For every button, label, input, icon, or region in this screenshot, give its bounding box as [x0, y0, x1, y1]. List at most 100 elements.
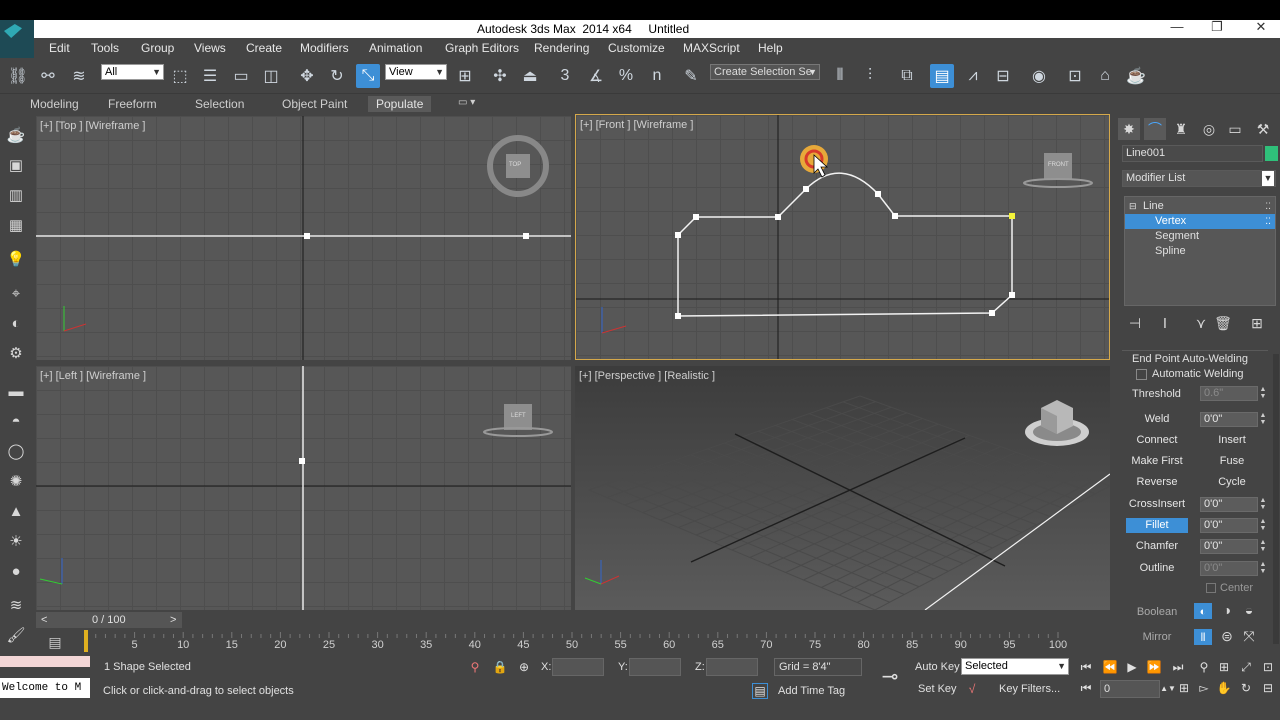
play-icon[interactable]: ▶ [1124, 659, 1140, 675]
window-crossing-icon[interactable]: ◫ [259, 64, 283, 88]
maxscript-listener-top[interactable] [0, 656, 90, 667]
viewport-label[interactable]: [+] [Front ] [Wireframe ] [580, 119, 693, 131]
remove-modifier-icon[interactable]: 🗑 [1212, 312, 1234, 334]
tab-modeling[interactable]: Modeling [30, 97, 79, 111]
key-filters-button[interactable]: Key Filters... [999, 683, 1060, 695]
menu-tools[interactable]: Tools [91, 41, 119, 55]
percent-snap-icon[interactable]: % [614, 64, 638, 88]
tab-selection[interactable]: Selection [195, 97, 244, 111]
material-sphere-icon[interactable]: ● [5, 560, 27, 582]
auto-key-button[interactable]: Auto Key [915, 661, 960, 673]
helper-icon[interactable]: ◐ [5, 312, 27, 334]
scene-explorer-icon[interactable]: ⧉ [895, 64, 919, 88]
menu-customize[interactable]: Customize [608, 41, 665, 55]
time-slider[interactable]: < 0 / 100 > [36, 612, 182, 628]
orbit-icon[interactable]: ↻ [1238, 680, 1254, 696]
y-coord-field[interactable] [629, 658, 681, 676]
key-mode-dropdown[interactable]: Selected ▼ [961, 658, 1069, 675]
time-tag-icon[interactable]: ▤ [752, 683, 768, 699]
tree-icon[interactable]: ✺ [5, 470, 27, 492]
pin-stack-icon[interactable]: ⊣ [1124, 312, 1146, 334]
menu-create[interactable]: Create [246, 41, 282, 55]
mirror-button[interactable]: Mirror [1126, 628, 1188, 646]
set-keys-icon[interactable]: √ [964, 681, 980, 697]
sun-icon[interactable]: ☀ [5, 530, 27, 552]
make-unique-icon[interactable]: ⋎ [1190, 312, 1212, 334]
stack-item-line[interactable]: ⊟ Line ⁚⁚ [1125, 199, 1275, 214]
viewcube-face-label[interactable]: TOP [509, 162, 521, 168]
menu-maxscript[interactable]: MAXScript [683, 41, 740, 55]
viewport-left[interactable]: [+] [Left ] [Wireframe ] LEFT [36, 366, 571, 610]
field-of-view-icon[interactable]: ▻ [1196, 680, 1212, 696]
unlink-icon[interactable]: ⚯ [36, 64, 60, 88]
configure-modifier-sets-icon[interactable]: ⊞ [1246, 312, 1268, 334]
viewport-top[interactable]: [+] [Top ] [Wireframe ] TOP [36, 116, 571, 360]
light-bulb-icon[interactable]: 💡 [5, 248, 27, 270]
menu-group[interactable]: Group [141, 41, 174, 55]
box-icon[interactable]: ▣ [5, 154, 27, 176]
threshold-spinner[interactable]: 0.6" [1200, 386, 1258, 401]
cycle-button[interactable]: Cycle [1202, 473, 1262, 491]
select-object-icon[interactable]: ⬚ [168, 64, 192, 88]
current-time-marker[interactable] [84, 630, 88, 652]
chamfer-button[interactable]: Chamfer [1126, 537, 1188, 555]
utilities-tab-icon[interactable]: ⚒ [1252, 118, 1274, 140]
hierarchy-tab-icon[interactable]: ♜ [1170, 118, 1192, 140]
isolate-selection-icon[interactable]: ⚲ [467, 659, 483, 675]
tab-object-paint[interactable]: Object Paint [282, 97, 347, 111]
chamfer-spinner-arrows[interactable]: ▲ ▼ [1259, 539, 1267, 554]
rendered-frame-window-icon[interactable]: ⌂ [1093, 64, 1117, 88]
app-logo-icon[interactable] [0, 20, 34, 60]
outline-spinner-arrows[interactable]: ▲ ▼ [1259, 561, 1267, 576]
connect-button[interactable]: Connect [1128, 431, 1186, 449]
make-first-button[interactable]: Make First [1128, 452, 1186, 470]
ribbon-options-icon[interactable]: ▭ ▾ [458, 97, 475, 108]
boolean-union-icon[interactable]: ◐ [1194, 603, 1212, 619]
material-editor-icon[interactable]: ◉ [1027, 64, 1051, 88]
create-tab-icon[interactable]: ✸ [1118, 118, 1140, 140]
previous-frame-icon[interactable]: ⏪ [1102, 659, 1118, 675]
zoom-icon[interactable]: ⚲ [1196, 659, 1212, 675]
keyboard-shortcut-override-icon[interactable]: ⏏ [518, 64, 542, 88]
fillet-spinner-arrows[interactable]: ▲ ▼ [1259, 518, 1267, 533]
insert-button[interactable]: Insert [1202, 431, 1262, 449]
boolean-subtract-icon[interactable]: ◑ [1216, 599, 1238, 621]
align-icon[interactable]: ⫶ [858, 64, 882, 88]
rectangular-selection-icon[interactable]: ▭ [229, 64, 253, 88]
weld-spinner-arrows[interactable]: ▲ ▼ [1259, 412, 1267, 427]
x-coord-field[interactable] [552, 658, 604, 676]
go-to-end-icon[interactable]: ⏭ [1170, 659, 1186, 675]
center-checkbox[interactable] [1206, 583, 1216, 593]
menu-edit[interactable]: Edit [49, 41, 70, 55]
weld-button[interactable]: Weld [1128, 410, 1186, 428]
boolean-intersect-icon[interactable]: ◒ [1238, 599, 1260, 621]
modify-tab-icon[interactable]: ⌒ [1144, 118, 1166, 140]
angle-snap-icon[interactable]: ∡ [584, 64, 608, 88]
z-coord-field[interactable] [706, 658, 758, 676]
scale-icon[interactable]: ⤡ [356, 64, 380, 88]
menu-views[interactable]: Views [194, 41, 226, 55]
menu-modifiers[interactable]: Modifiers [300, 41, 349, 55]
time-prev-button[interactable]: < [41, 614, 47, 626]
automatic-welding-checkbox[interactable] [1136, 369, 1147, 380]
mirror-horizontal-icon[interactable]: ⫴ [1194, 629, 1212, 645]
outline-button[interactable]: Outline [1126, 559, 1188, 577]
reverse-button[interactable]: Reverse [1128, 473, 1186, 491]
show-end-result-icon[interactable]: Ⅰ [1154, 312, 1176, 334]
spinner-snap-icon[interactable]: n [645, 64, 669, 88]
crossinsert-spinner[interactable]: 0'0" [1200, 497, 1258, 512]
time-next-button[interactable]: > [170, 614, 176, 626]
key-icon[interactable]: ⊸ [876, 666, 904, 688]
stack-item-vertex[interactable]: Vertex ⁚⁚ [1125, 214, 1275, 229]
viewport-label[interactable]: [+] [Left ] [Wireframe ] [40, 370, 146, 382]
menu-graph-editors[interactable]: Graph Editors [445, 41, 519, 55]
sphere-icon[interactable]: ◯ [5, 440, 27, 462]
link-icon[interactable]: ⛓ [6, 64, 30, 88]
zoom-extents-all-icon[interactable]: ⊡ [1260, 659, 1276, 675]
teapot-icon[interactable]: ☕ [5, 124, 27, 146]
mirror-vertical-icon[interactable]: ⊜ [1216, 625, 1238, 647]
viewcube-face-label[interactable]: FRONT [1048, 162, 1069, 168]
object-name-field[interactable]: Line001 [1122, 145, 1263, 162]
menu-rendering[interactable]: Rendering [534, 41, 589, 55]
curve-editor-icon[interactable]: ⩘ [961, 64, 985, 88]
